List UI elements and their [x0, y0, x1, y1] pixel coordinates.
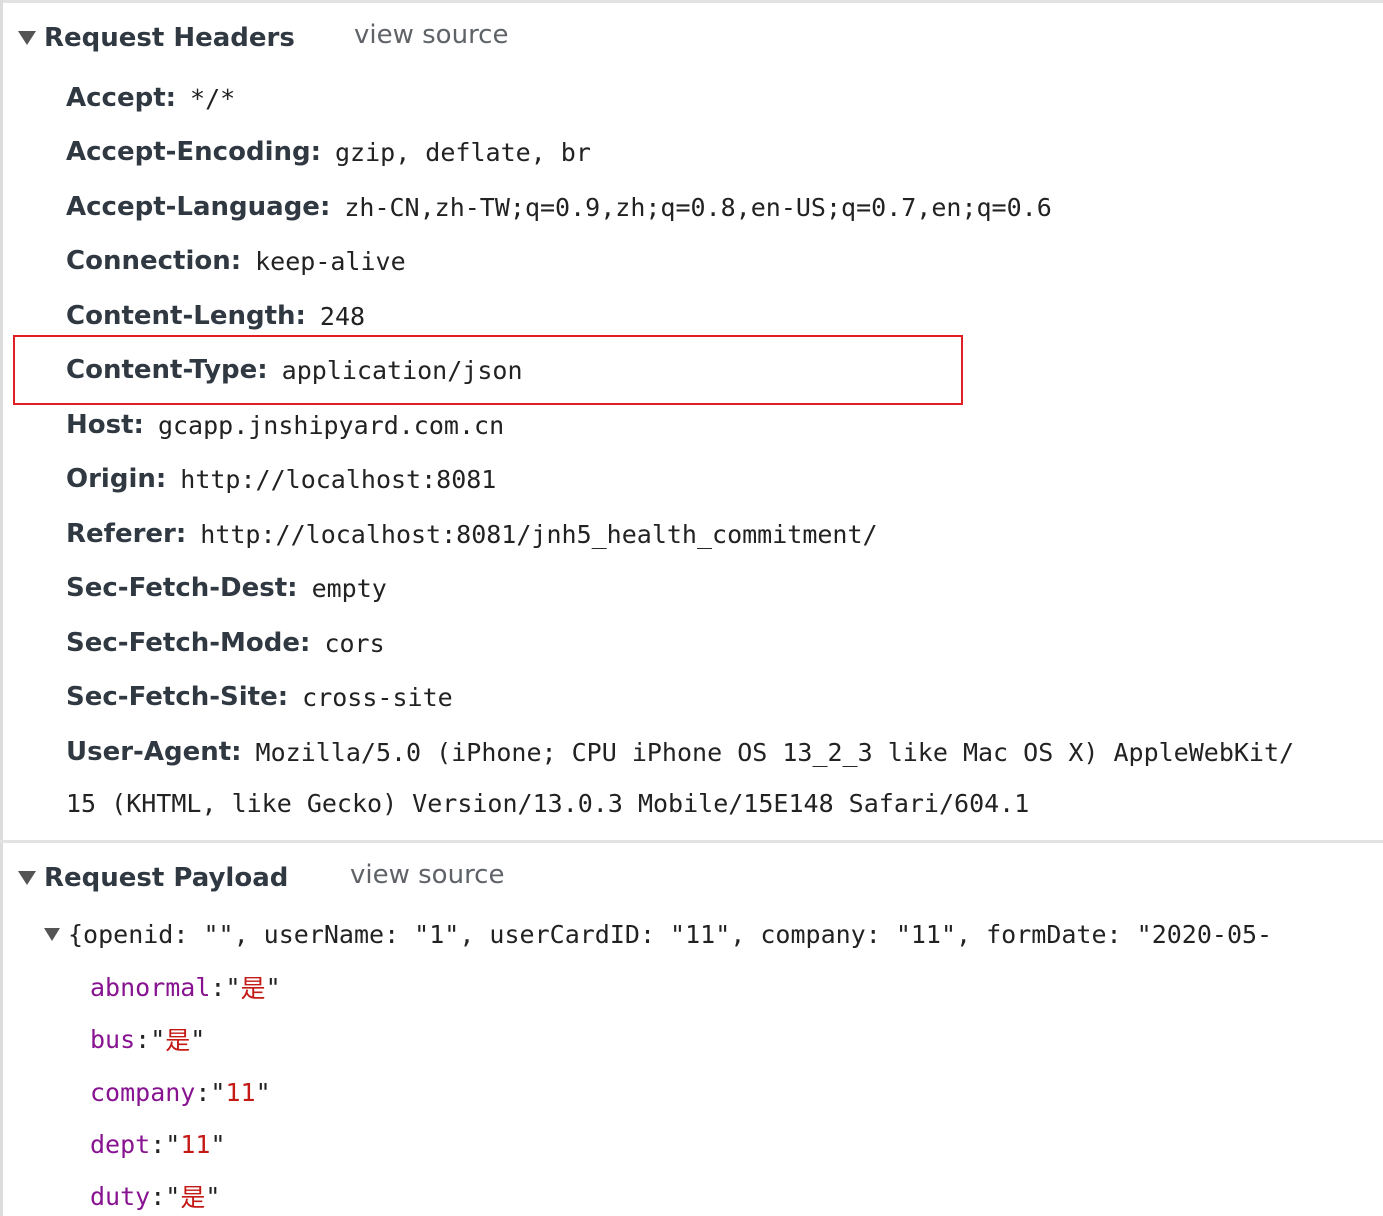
property-value: 是 — [180, 1183, 206, 1212]
property-value: 11 — [180, 1129, 211, 1159]
header-row-accept-language: Accept-Language: zh-CN,zh-TW;q=0.9,zh;q=… — [66, 189, 1052, 225]
property-key: dept — [90, 1129, 151, 1159]
header-value: application/json — [281, 355, 523, 385]
payload-property: dept: " 11 " — [90, 1129, 226, 1159]
panel-top-border — [0, 0, 1383, 3]
panel-left-border — [0, 0, 3, 1216]
header-row-user-agent: User-Agent: Mozilla/5.0 (iPhone; CPU iPh… — [66, 734, 1294, 770]
header-name: Accept-Language: — [66, 192, 331, 222]
header-row-connection: Connection: keep-alive — [66, 243, 406, 279]
header-row-host: Host: gcapp.jnshipyard.com.cn — [66, 407, 504, 443]
header-value: Mozilla/5.0 (iPhone; CPU iPhone OS 13_2_… — [255, 737, 1295, 767]
header-value: zh-CN,zh-TW;q=0.9,zh;q=0.8,en-US;q=0.7,e… — [344, 192, 1052, 222]
header-row-referer: Referer: http://localhost:8081/jnh5_heal… — [66, 516, 878, 552]
request-payload-view-source-link[interactable]: view source — [350, 860, 504, 890]
payload-object-summary[interactable]: {openid: "", userName: "1", userCardID: … — [44, 915, 1272, 953]
header-row-content-length: Content-Length: 248 — [66, 298, 365, 334]
header-name: User-Agent: — [66, 737, 242, 767]
header-name: Sec-Fetch-Dest: — [66, 573, 298, 603]
header-value: keep-alive — [255, 246, 406, 276]
header-value: empty — [311, 573, 387, 603]
header-name: Host: — [66, 410, 144, 440]
payload-property: company: " 11 " — [90, 1077, 271, 1107]
header-value: http://localhost:8081/jnh5_health_commit… — [200, 519, 878, 549]
header-value: cors — [324, 628, 385, 658]
header-value: */* — [190, 83, 236, 113]
request-payload-title: Request Payload — [44, 863, 289, 893]
header-value: gzip, deflate, br — [335, 137, 591, 167]
header-row-sec-fetch-mode: Sec-Fetch-Mode: cors — [66, 625, 385, 661]
expand-triangle-icon — [18, 31, 36, 45]
property-key: duty — [90, 1181, 151, 1211]
property-key: abnormal — [90, 972, 211, 1002]
header-row-sec-fetch-site: Sec-Fetch-Site: cross-site — [66, 679, 453, 715]
header-name: Content-Length: — [66, 301, 306, 331]
header-row-sec-fetch-dest: Sec-Fetch-Dest: empty — [66, 570, 387, 606]
expand-triangle-icon — [44, 927, 60, 941]
header-name: Connection: — [66, 246, 242, 276]
header-name: Accept: — [66, 83, 177, 113]
user-agent-continuation: 15 (KHTML, like Gecko) Version/13.0.3 Mo… — [66, 788, 1030, 818]
header-value: 248 — [319, 301, 366, 331]
payload-property: duty: " 是 " — [90, 1176, 220, 1216]
header-row-accept: Accept: */* — [66, 80, 235, 116]
property-value: 是 — [165, 1026, 191, 1055]
payload-property: bus: " 是 " — [90, 1019, 205, 1059]
header-row-content-type: Content-Type: application/json — [66, 352, 523, 388]
section-divider — [0, 840, 1383, 843]
header-name: Sec-Fetch-Mode: — [66, 628, 311, 658]
property-value: 11 — [225, 1077, 256, 1107]
header-value: gcapp.jnshipyard.com.cn — [157, 410, 505, 440]
property-key: bus — [90, 1024, 136, 1054]
header-row-accept-encoding: Accept-Encoding: gzip, deflate, br — [66, 134, 591, 170]
header-name: Content-Type: — [66, 355, 268, 385]
request-headers-title: Request Headers — [44, 23, 295, 53]
header-name: Sec-Fetch-Site: — [66, 682, 289, 712]
request-payload-toggle[interactable]: Request Payload — [18, 858, 288, 898]
header-value: http://localhost:8081 — [180, 464, 497, 494]
header-name: Accept-Encoding: — [66, 137, 321, 167]
request-headers-toggle[interactable]: Request Headers — [18, 18, 295, 58]
header-row-origin: Origin: http://localhost:8081 — [66, 461, 496, 497]
request-headers-view-source-link[interactable]: view source — [354, 20, 508, 50]
header-value: cross-site — [302, 682, 453, 712]
payload-property: abnormal: " 是 " — [90, 967, 281, 1007]
payload-summary-text: {openid: "", userName: "1", userCardID: … — [68, 919, 1273, 949]
property-value: 是 — [240, 974, 266, 1003]
property-key: company — [90, 1077, 196, 1107]
expand-triangle-icon — [18, 871, 36, 885]
header-name: Referer: — [66, 519, 187, 549]
header-name: Origin: — [66, 464, 167, 494]
